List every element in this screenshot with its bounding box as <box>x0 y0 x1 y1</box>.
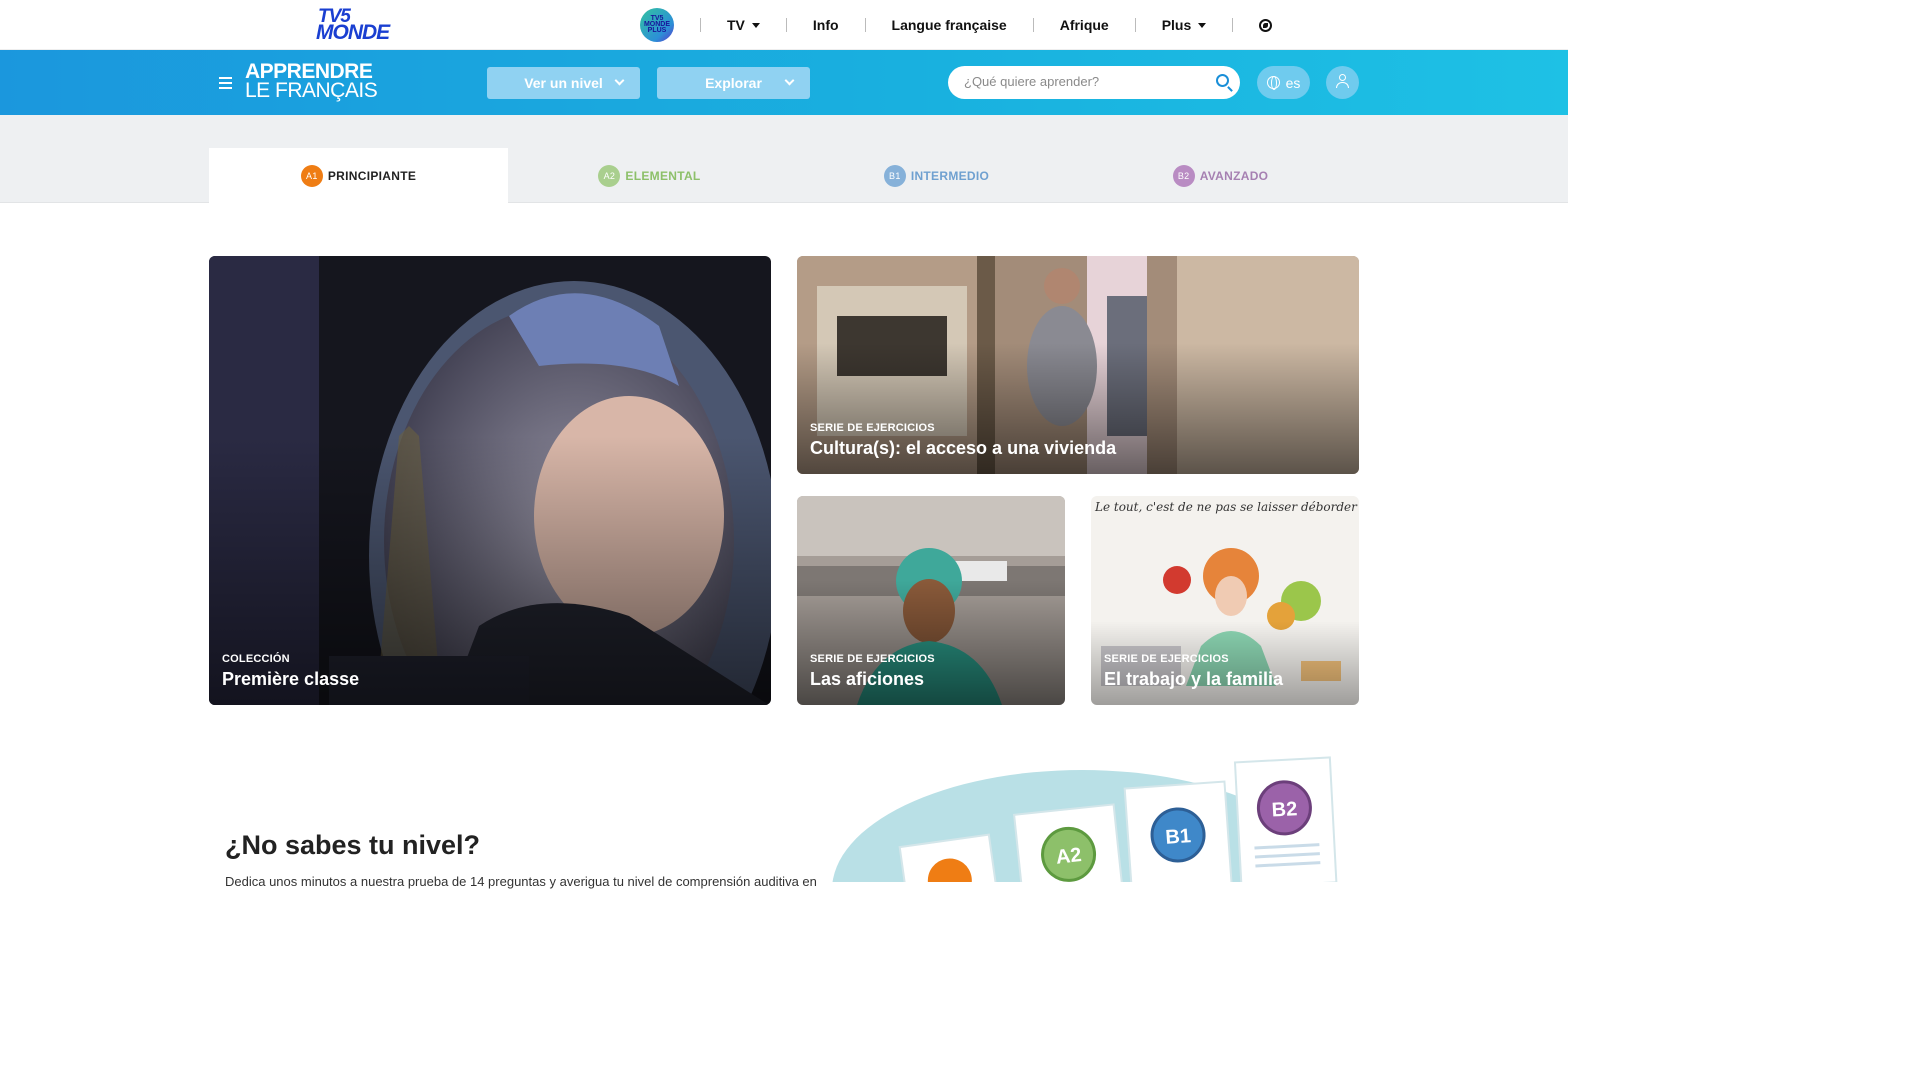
card-las-aficiones[interactable]: SERIE DE EJERCICIOS Las aficiones <box>797 496 1065 705</box>
language-button[interactable]: es <box>1257 66 1310 99</box>
chevron-down-icon <box>784 75 795 86</box>
nav-item-langue-francaise[interactable]: Langue française <box>892 17 1007 33</box>
globe-icon[interactable] <box>1259 18 1273 32</box>
tab-avanzado[interactable]: B2 AVANZADO <box>1071 148 1370 203</box>
svg-text:B1: B1 <box>1165 825 1192 849</box>
nav-item-plus[interactable]: Plus <box>1162 17 1207 33</box>
card-premiere-classe[interactable]: COLECCIÓN Première classe <box>209 256 771 705</box>
tv5monde-logo[interactable]: TV5 MONDE <box>316 6 410 44</box>
no-level-description: Dedica unos minutos a nuestra prueba de … <box>225 874 817 889</box>
card-trabajo-familia[interactable]: Le tout, c'est de ne pas se laisser débo… <box>1091 496 1359 705</box>
level-tabs: A1 PRINCIPIANTE A2 ELEMENTAL B1 INTERMED… <box>0 115 1568 203</box>
apprendre-le-francais-logo[interactable]: APPRENDRE LE FRANÇAIS <box>245 61 378 101</box>
card-title: Las aficiones <box>810 669 925 689</box>
search-icon <box>1216 74 1229 87</box>
user-icon <box>1336 74 1349 90</box>
card-title: El trabajo y la familia <box>1104 669 1284 689</box>
card-image-caption: Le tout, c'est de ne pas se laisser débo… <box>1095 500 1357 514</box>
tv5monde-plus-logo[interactable]: TV5 MONDE PLUS <box>640 8 674 42</box>
chevron-down-icon <box>614 75 625 86</box>
globe-icon <box>1266 76 1280 90</box>
site-header: APPRENDRE LE FRANÇAIS Ver un nivel Explo… <box>0 50 1568 115</box>
card-cultura-vivienda[interactable]: SERIE DE EJERCICIOS Cultura(s): el acces… <box>797 256 1359 474</box>
nav-item-afrique[interactable]: Afrique <box>1060 17 1109 33</box>
tab-elemental[interactable]: A2 ELEMENTAL <box>500 148 799 203</box>
account-button[interactable] <box>1326 66 1359 99</box>
caret-down-icon <box>1198 22 1207 28</box>
level-test-illustration: A2 B1 B2 <box>832 756 1338 882</box>
top-nav: TV5 MONDE PLUS TV Info Langue française … <box>640 0 1273 50</box>
nav-item-tv[interactable]: TV <box>727 17 760 33</box>
no-level-title: ¿No sabes tu nivel? <box>225 830 481 860</box>
search-input[interactable] <box>964 74 1204 89</box>
caret-down-icon <box>751 22 760 28</box>
search-button[interactable] <box>1208 68 1238 97</box>
search-bar <box>948 66 1240 99</box>
svg-text:A2: A2 <box>1055 844 1083 869</box>
tab-intermedio[interactable]: B1 INTERMEDIO <box>787 148 1086 203</box>
top-navbar: TV5 MONDE TV5 MONDE PLUS TV Info Langue … <box>0 0 1568 50</box>
nav-item-info[interactable]: Info <box>813 17 839 33</box>
tab-principiante[interactable]: A1 PRINCIPIANTE <box>209 148 508 203</box>
card-title: Première classe <box>222 669 360 689</box>
card-title: Cultura(s): el acceso a una vivienda <box>810 438 1117 458</box>
explore-button[interactable]: Explorar <box>657 67 810 99</box>
level-select-button[interactable]: Ver un nivel <box>487 67 640 99</box>
svg-text:B2: B2 <box>1271 798 1298 821</box>
menu-icon[interactable] <box>219 77 232 92</box>
